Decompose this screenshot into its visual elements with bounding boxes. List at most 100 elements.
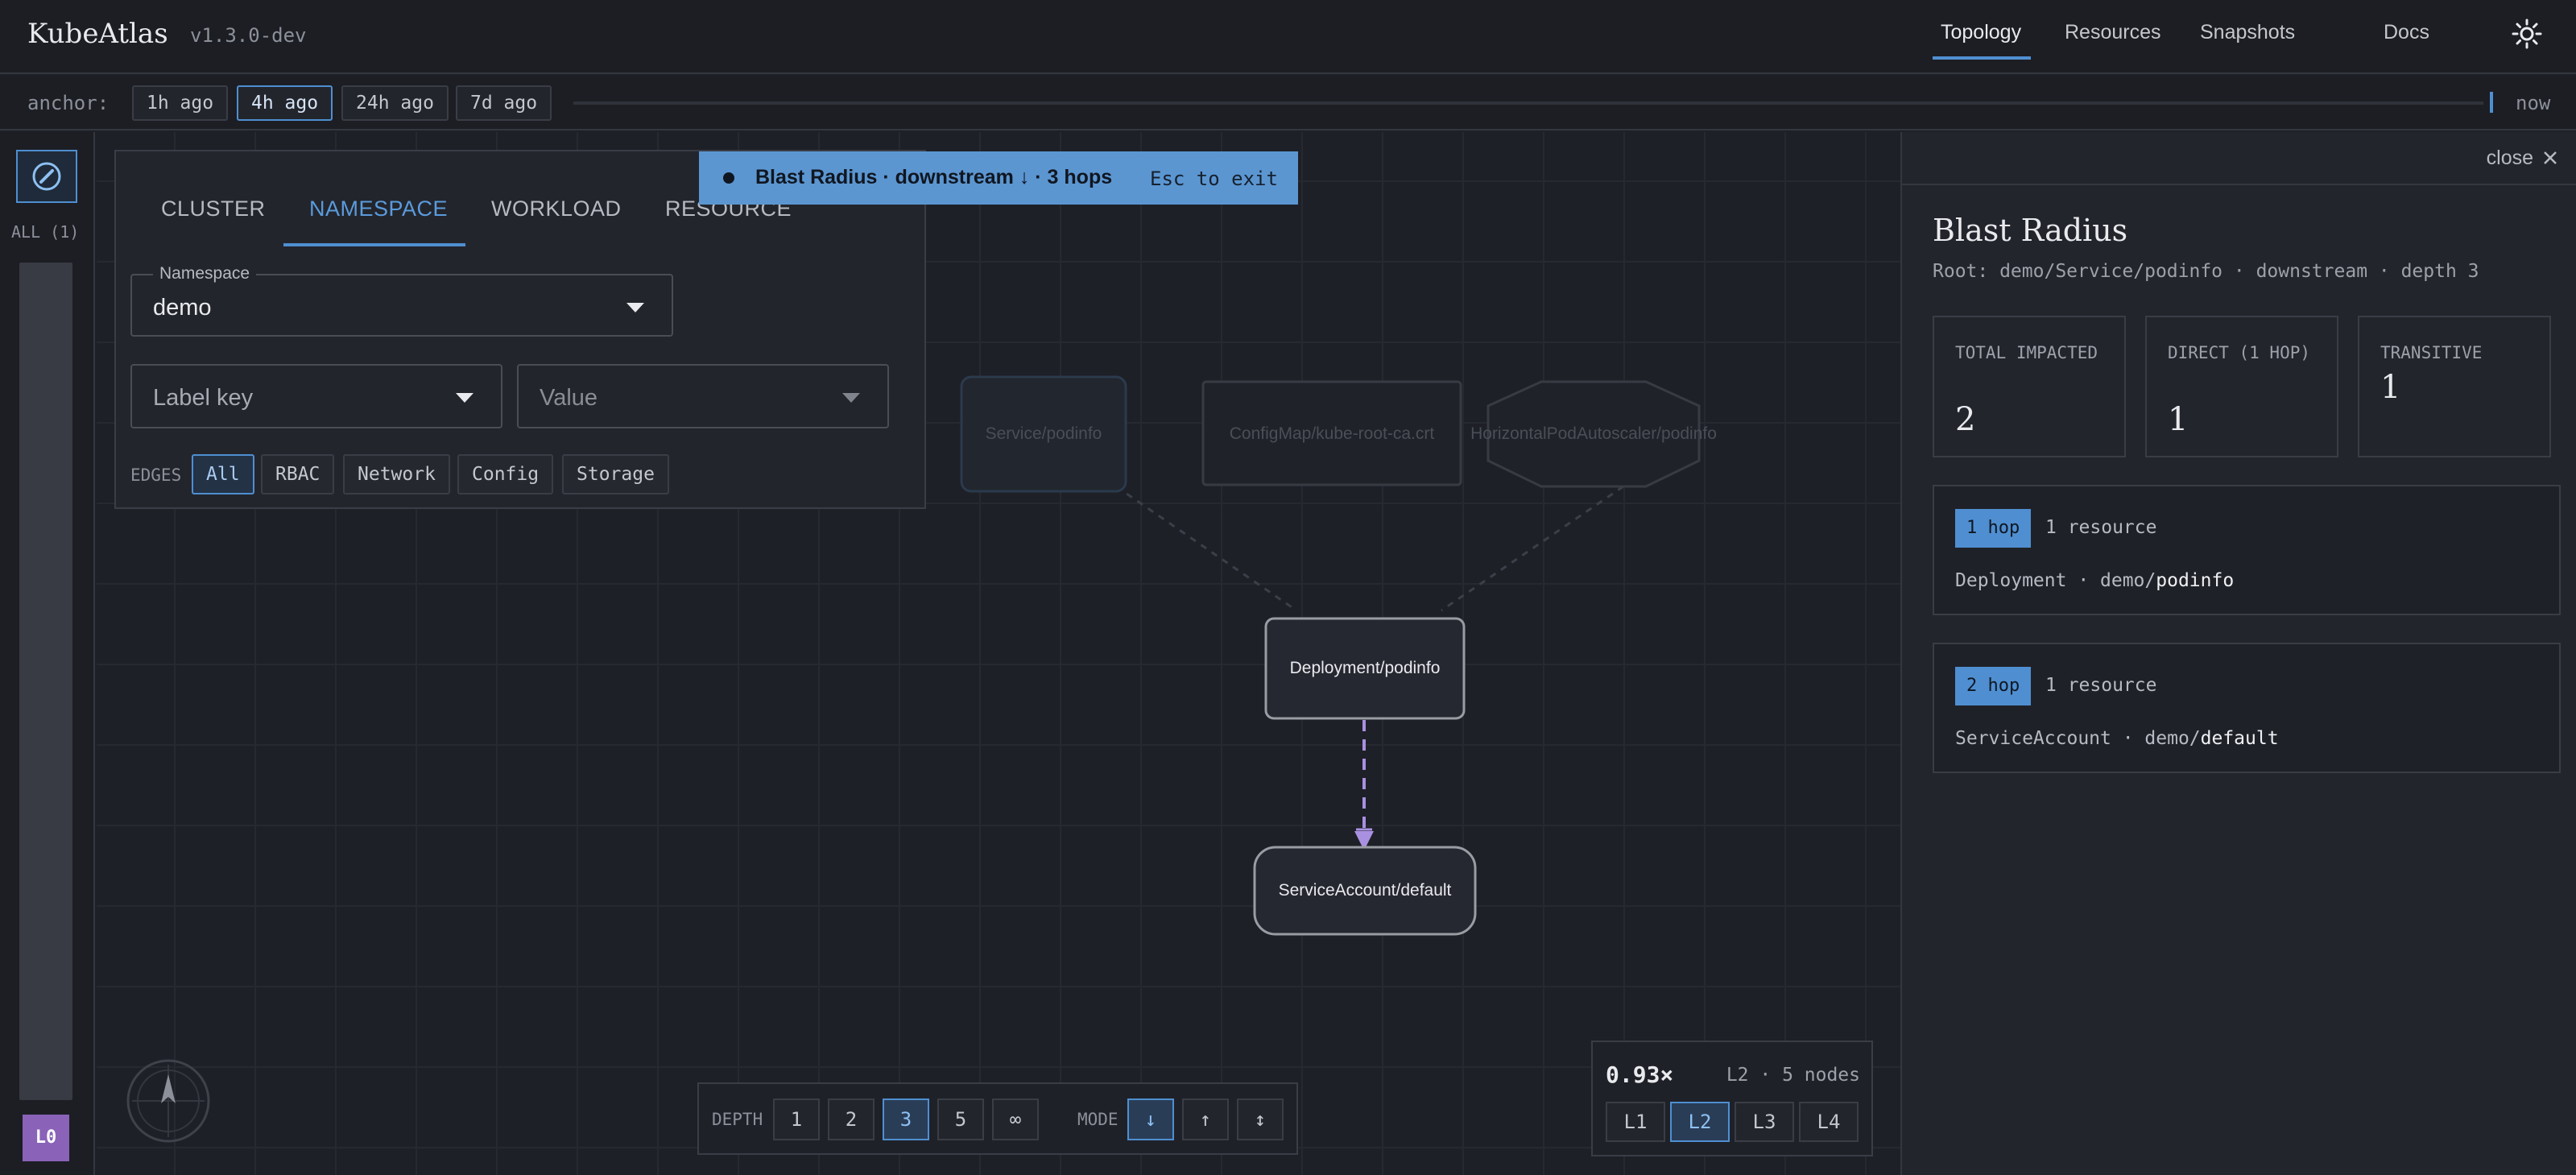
panel-title: Blast Radius (1933, 213, 2128, 248)
edges-label: EDGES (130, 465, 182, 485)
node-configmap-kube-root-ca[interactable]: ConfigMap/kube-root-ca.crt (1201, 380, 1462, 486)
time-option-24h[interactable]: 24h ago (341, 85, 449, 121)
level-l1-button[interactable]: L1 (1606, 1102, 1665, 1142)
tab-workload[interactable]: WORKLOAD (491, 197, 622, 221)
level-l4-button[interactable]: L4 (1799, 1102, 1859, 1142)
stat-value: 2 (1955, 401, 1976, 438)
svg-text:ServiceAccount/default: ServiceAccount/default (1279, 881, 1452, 900)
hop-group-1[interactable]: 1 hop 1 resource Deployment · demo/podin… (1933, 485, 2561, 615)
esc-hint: Esc to exit (1150, 168, 1278, 190)
depth-option-infinite[interactable]: ∞ (992, 1098, 1039, 1140)
hop-count: 1 resource (2045, 675, 2157, 696)
stat-value: 1 (2168, 401, 2189, 438)
anchor-label: anchor: (27, 92, 110, 114)
status-dot-icon (723, 172, 734, 184)
nav-snapshots[interactable]: Snapshots (2200, 21, 2295, 44)
hop-count: 1 resource (2045, 517, 2157, 538)
panel-root-line: Root: demo/Service/podinfo · downstream … (1933, 261, 2479, 282)
app-logo[interactable]: KubeAtlas (27, 18, 168, 50)
close-label: close (2486, 147, 2534, 169)
compass-icon (32, 162, 61, 191)
time-slider-thumb[interactable] (2490, 92, 2493, 113)
edge-filter-network[interactable]: Network (343, 454, 450, 494)
depth-option-5[interactable]: 5 (937, 1098, 984, 1140)
stat-label: TRANSITIVE (2380, 343, 2483, 362)
mode-downstream[interactable]: ↓ (1127, 1098, 1174, 1140)
rail-all-count[interactable]: ALL (1) (11, 222, 79, 242)
namespace-select[interactable]: Namespace demo (130, 264, 673, 337)
stat-value: 1 (2380, 369, 2401, 406)
time-option-4h[interactable]: 4h ago (237, 85, 333, 121)
node-hpa-podinfo[interactable]: HorizontalPodAutoscaler/podinfo (1470, 380, 1717, 488)
stat-label: TOTAL IMPACTED (1955, 343, 2098, 362)
tab-active-indicator (283, 243, 465, 246)
mode-label: MODE (1077, 1110, 1118, 1129)
hop-resource[interactable]: Deployment · demo/podinfo (1955, 570, 2234, 591)
close-panel-button[interactable]: close (2487, 147, 2558, 170)
nav-docs[interactable]: Docs (2384, 21, 2429, 44)
chevron-down-icon (456, 393, 473, 403)
depth-mode-controls: DEPTH 1 2 3 5 ∞ MODE ↓ ↑ ↕ (697, 1082, 1298, 1155)
label-value-select[interactable]: Value (517, 364, 889, 428)
mode-upstream[interactable]: ↑ (1182, 1098, 1229, 1140)
stat-direct: DIRECT (1 HOP) 1 (2145, 316, 2338, 457)
zoom-value: 0.93× (1606, 1061, 1674, 1088)
graph-edge-hpa-dep (1441, 485, 1624, 612)
node-serviceaccount-default[interactable]: ServiceAccount/default (1253, 846, 1477, 936)
blast-radius-banner-text: Blast Radius · downstream ↓ · 3 hops (755, 166, 1113, 188)
nav-active-indicator (1933, 56, 2031, 60)
graph-edge-svc-dep (1115, 485, 1297, 612)
svg-text:Service/podinfo: Service/podinfo (986, 424, 1102, 443)
edge-filter-storage[interactable]: Storage (562, 454, 669, 494)
depth-option-1[interactable]: 1 (773, 1098, 820, 1140)
left-rail: ALL (1) L0 (0, 132, 95, 1175)
app-version: v1.3.0-dev (190, 24, 307, 47)
node-service-podinfo[interactable]: Service/podinfo (960, 375, 1127, 493)
level-l2-button[interactable]: L2 (1670, 1102, 1730, 1142)
panel-divider (1902, 184, 2576, 185)
chevron-down-icon (626, 303, 644, 312)
mode-both[interactable]: ↕ (1237, 1098, 1284, 1140)
time-slider-track[interactable] (573, 101, 2483, 105)
edge-filter-rbac[interactable]: RBAC (261, 454, 335, 494)
edge-filter-config[interactable]: Config (457, 454, 554, 494)
hop-badge: 2 hop (1955, 667, 2032, 705)
hop-resource[interactable]: ServiceAccount · demo/default (1955, 728, 2279, 749)
svg-text:HorizontalPodAutoscaler/podinf: HorizontalPodAutoscaler/podinfo (1470, 424, 1717, 443)
close-icon (2544, 151, 2557, 164)
hop-group-2[interactable]: 2 hop 1 resource ServiceAccount · demo/d… (1933, 643, 2561, 773)
label-key-placeholder: Label key (153, 385, 254, 411)
now-label: now (2516, 92, 2551, 114)
blast-radius-banner[interactable]: Blast Radius · downstream ↓ · 3 hops Esc… (699, 151, 1298, 205)
top-bar: KubeAtlas v1.3.0-dev Topology Resources … (0, 0, 2576, 74)
time-option-7d[interactable]: 7d ago (456, 85, 552, 121)
depth-option-3[interactable]: 3 (883, 1098, 929, 1140)
namespace-select-label: Namespace (153, 264, 257, 283)
north-compass-icon[interactable] (126, 1058, 211, 1144)
stat-total-impacted: TOTAL IMPACTED 2 (1933, 316, 2126, 457)
chevron-down-icon (842, 393, 860, 403)
time-anchor-bar: anchor: 1h ago 4h ago 24h ago 7d ago now (0, 76, 2576, 130)
time-option-1h[interactable]: 1h ago (132, 85, 229, 121)
label-key-select[interactable]: Label key (130, 364, 502, 428)
hop-badge: 1 hop (1955, 509, 2032, 548)
sun-icon[interactable] (2511, 18, 2543, 50)
svg-text:Deployment/podinfo: Deployment/podinfo (1290, 659, 1441, 677)
label-value-placeholder: Value (540, 385, 598, 411)
tab-namespace[interactable]: NAMESPACE (309, 197, 448, 221)
blast-radius-panel: close Blast Radius Root: demo/Service/po… (1900, 132, 2576, 1175)
stat-label: DIRECT (1 HOP) (2168, 343, 2311, 362)
rail-scrollbar[interactable] (19, 263, 72, 1100)
node-deployment-podinfo[interactable]: Deployment/podinfo (1264, 617, 1466, 720)
nav-resources[interactable]: Resources (2065, 21, 2161, 44)
level-badge[interactable]: L0 (23, 1115, 69, 1161)
nav-topology[interactable]: Topology (1941, 21, 2021, 44)
level-l3-button[interactable]: L3 (1735, 1102, 1794, 1142)
tab-cluster[interactable]: CLUSTER (161, 197, 266, 221)
namespace-select-value: demo (153, 295, 212, 321)
depth-label: DEPTH (712, 1110, 763, 1129)
edge-filter-all[interactable]: All (192, 454, 254, 494)
zoom-info: L2 · 5 nodes (1726, 1065, 1860, 1086)
depth-option-2[interactable]: 2 (828, 1098, 875, 1140)
explore-button[interactable] (16, 150, 77, 203)
